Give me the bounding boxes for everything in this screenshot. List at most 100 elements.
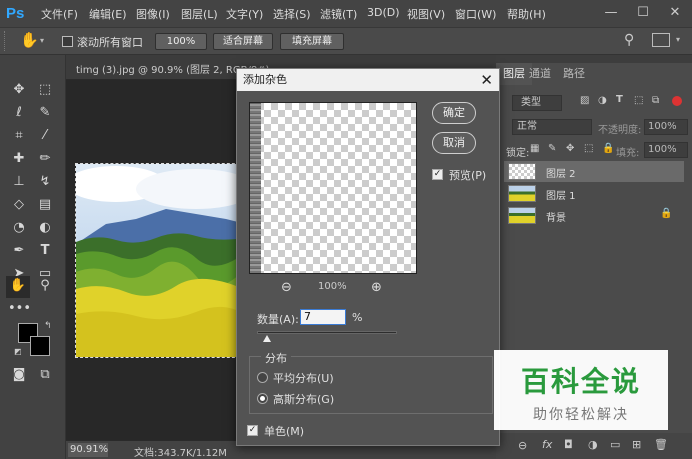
healing-brush-icon[interactable]: ✚ (8, 149, 30, 169)
amount-input[interactable]: 7 (300, 309, 346, 325)
add-mask-icon[interactable]: ◘ (564, 438, 573, 451)
ok-button[interactable]: 确定 (432, 102, 476, 124)
quick-mask-icon[interactable]: ◙ (8, 365, 30, 385)
eraser-tool-icon[interactable]: ◇ (8, 195, 30, 215)
lasso-tool-icon[interactable]: ℓ (8, 103, 30, 123)
fill-input[interactable]: 100% (644, 142, 688, 158)
zoom-in-icon[interactable]: ⊕ (371, 280, 382, 295)
group-icon[interactable]: ▭ (610, 438, 620, 451)
menu-window[interactable]: 窗口(W) (455, 6, 496, 22)
brush-tool-icon[interactable]: ✏ (34, 149, 56, 169)
amount-slider-thumb[interactable] (263, 335, 271, 342)
menu-image[interactable]: 图像(I) (136, 6, 170, 22)
scroll-all-windows-label: 滚动所有窗口 (77, 36, 143, 49)
close-icon[interactable]: ✕ (480, 70, 493, 90)
filter-preview[interactable] (249, 102, 417, 274)
history-brush-icon[interactable]: ↯ (34, 172, 56, 192)
filter-shape-icon[interactable]: ⬚ (634, 95, 643, 106)
lock-fill-row: 锁定: ▦ ✎ ✥ ⬚ 🔒 填充: 100% (504, 140, 690, 161)
tab-channels[interactable]: 通道 (522, 63, 558, 85)
blend-mode-select[interactable]: 正常 (512, 119, 592, 135)
adjustment-layer-icon[interactable]: ◑ (588, 438, 598, 451)
move-tool-icon[interactable]: ✥ (8, 80, 30, 100)
layer-thumbnail (508, 163, 536, 180)
filter-smart-icon[interactable]: ⧉ (652, 95, 659, 106)
crop-tool-icon[interactable]: ⌗ (8, 126, 30, 146)
default-colors-icon[interactable]: ◩ (14, 347, 22, 356)
swap-colors-icon[interactable]: ↰ (44, 321, 52, 331)
screen-mode-icon[interactable]: ⧉ (34, 365, 56, 385)
chevron-down-icon[interactable]: ▾ (40, 36, 44, 45)
opacity-input[interactable]: 100% (644, 119, 688, 135)
menu-view[interactable]: 视图(V) (407, 6, 445, 22)
menu-filter[interactable]: 滤镜(T) (320, 6, 357, 22)
stamp-tool-icon[interactable]: ⊥ (8, 172, 30, 192)
layer-thumbnail (508, 185, 536, 202)
workspace-chevron-icon[interactable]: ▾ (676, 35, 680, 44)
layer-row[interactable]: 背景 🔒 (504, 205, 684, 226)
dodge-tool-icon[interactable]: ◐ (34, 218, 56, 238)
tab-paths[interactable]: 路径 (556, 63, 592, 85)
minimize-icon[interactable]: — (602, 4, 620, 22)
amount-slider-track[interactable] (257, 331, 397, 334)
cancel-button[interactable]: 取消 (432, 132, 476, 154)
uniform-radio[interactable] (257, 372, 268, 383)
trash-icon[interactable]: 🗑 (654, 438, 668, 451)
menu-help[interactable]: 帮助(H) (507, 6, 546, 22)
link-layers-icon[interactable]: ⊖ (518, 439, 527, 452)
new-layer-icon[interactable]: ⊞ (632, 438, 641, 451)
toolbar: ✥ ⬚ ℓ ✎ ⌗ ⁄ ✚ ✏ ⊥ ↯ ◇ ▤ ◔ ◐ ✒ T ➤ ▭ ✋ ⚲ … (0, 55, 66, 459)
menu-type[interactable]: 文字(Y) (226, 6, 263, 22)
lock-all-icon[interactable]: 🔒 (602, 143, 614, 154)
fill-screen-button[interactable]: 填充屏幕 (280, 33, 344, 50)
filter-pixel-icon[interactable]: ▨ (580, 95, 589, 106)
amount-label: 数量(A): (257, 313, 299, 326)
zoom-out-icon[interactable]: ⊖ (281, 280, 292, 295)
layer-row[interactable]: 图层 1 (504, 183, 684, 204)
monochrome-checkbox[interactable]: ✓ (247, 425, 258, 436)
fx-icon[interactable]: fx (542, 438, 552, 451)
quick-select-tool-icon[interactable]: ✎ (34, 103, 56, 123)
scroll-all-windows-checkbox[interactable] (62, 36, 73, 47)
menu-file[interactable]: 文件(F) (41, 6, 78, 22)
layer-name: 图层 2 (546, 169, 576, 180)
menu-layer[interactable]: 图层(L) (181, 6, 218, 22)
fit-screen-button[interactable]: 适合屏幕 (213, 33, 273, 50)
menu-select[interactable]: 选择(S) (273, 6, 311, 22)
menu-3d[interactable]: 3D(D) (367, 6, 400, 19)
gaussian-radio[interactable] (257, 393, 268, 404)
eyedropper-tool-icon[interactable]: ⁄ (34, 126, 56, 146)
layer-kind-select[interactable]: 类型 (512, 95, 562, 111)
more-tools-icon[interactable]: ••• (8, 299, 31, 319)
gradient-tool-icon[interactable]: ▤ (34, 195, 56, 215)
pen-tool-icon[interactable]: ✒ (8, 241, 30, 261)
background-color-swatch[interactable] (30, 336, 50, 356)
preview-checkbox[interactable]: ✓ (432, 169, 443, 180)
dialog-title-bar: 添加杂色 ✕ (237, 69, 499, 91)
maximize-icon[interactable]: ☐ (634, 4, 652, 22)
zoom-100-button[interactable]: 100% (155, 33, 207, 50)
lock-position-icon[interactable]: ✥ (566, 143, 574, 154)
filter-type-icon[interactable]: T (616, 94, 623, 105)
preview-zoom-value: 100% (318, 281, 347, 292)
layer-name: 图层 1 (546, 191, 576, 202)
zoom-tool-icon[interactable]: ⚲ (34, 276, 56, 296)
marquee-tool-icon[interactable]: ⬚ (34, 80, 56, 100)
filter-adjust-icon[interactable]: ◑ (598, 95, 607, 106)
close-window-icon[interactable]: ✕ (666, 4, 684, 22)
lock-transparent-icon[interactable]: ▦ (530, 143, 539, 154)
lock-pixels-icon[interactable]: ✎ (548, 143, 556, 154)
lock-artboard-icon[interactable]: ⬚ (584, 143, 593, 154)
layer-thumbnail (508, 207, 536, 224)
menu-edit[interactable]: 编辑(E) (89, 6, 127, 22)
uniform-label: 平均分布(U) (273, 372, 334, 385)
zoom-status[interactable]: 90.91% (68, 443, 108, 457)
blur-tool-icon[interactable]: ◔ (8, 218, 30, 238)
hand-tool-active-icon[interactable]: ✋ (6, 276, 30, 298)
layer-row-selected[interactable]: 图层 2 (504, 161, 684, 182)
filter-toggle-icon[interactable] (672, 96, 682, 106)
workspace-icon[interactable] (652, 33, 670, 47)
type-tool-icon[interactable]: T (34, 241, 56, 261)
hand-tool-icon[interactable]: ✋ (20, 31, 39, 49)
search-icon[interactable]: ⚲ (624, 32, 634, 48)
